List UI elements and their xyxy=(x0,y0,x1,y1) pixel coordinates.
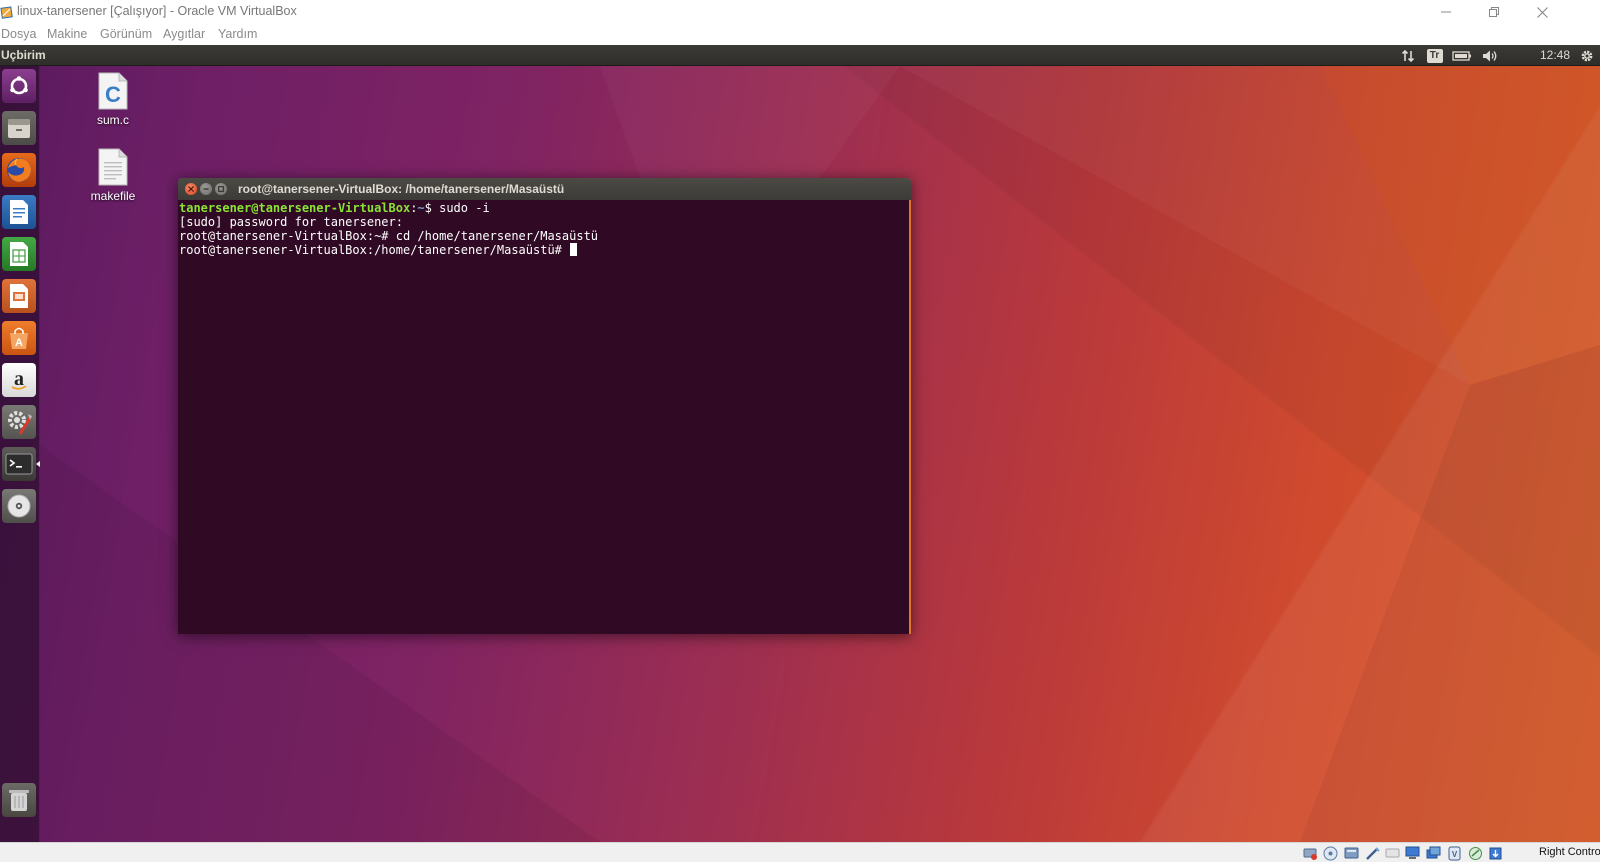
menu-makine[interactable]: Makine xyxy=(47,27,87,41)
terminal-title: root@tanersener-VirtualBox: /home/taners… xyxy=(238,182,565,196)
desktop-icon-sum-c[interactable]: C sum.c xyxy=(78,72,148,127)
menu-dosya[interactable]: Dosya xyxy=(1,27,36,41)
keyboard-layout-label: Tr xyxy=(1426,48,1443,63)
terminal-close-button[interactable] xyxy=(185,183,197,195)
current-prompt: root@tanersener-VirtualBox:/home/tanerse… xyxy=(179,243,570,257)
restore-icon xyxy=(1489,7,1499,17)
svg-text:C: C xyxy=(105,82,121,107)
ubuntu-dash-icon[interactable] xyxy=(2,69,36,103)
minimize-icon xyxy=(1441,11,1451,13)
prompt-user: tanersener@tanersener-VirtualBox xyxy=(179,201,411,215)
virtualbox-app-icon xyxy=(0,6,13,19)
prompt-path: ~ xyxy=(417,201,425,215)
c-source-file-icon: C xyxy=(98,72,128,110)
virtualbox-menubar: Dosya Makine Görünüm Aygıtlar Yardım xyxy=(0,26,1600,45)
svg-text:V: V xyxy=(1451,850,1457,859)
terminal-line: tanersener@tanersener-VirtualBox:~$ sudo… xyxy=(179,201,909,215)
libreoffice-writer-icon[interactable] xyxy=(2,195,36,229)
window-title: linux-tanersener [Çalışıyor] - Oracle VM… xyxy=(17,4,297,18)
terminal-cursor xyxy=(570,243,578,256)
active-app-title: Uçbirim xyxy=(1,48,46,62)
prompt-command: $ sudo -i xyxy=(424,201,490,215)
volume-icon[interactable] xyxy=(1481,47,1499,64)
virtualbox-titlebar: linux-tanersener [Çalışıyor] - Oracle VM… xyxy=(0,0,1600,24)
recording-icon[interactable] xyxy=(1467,845,1483,861)
usb-icon[interactable] xyxy=(1384,845,1400,861)
minimize-button[interactable] xyxy=(1423,0,1469,24)
maximize-icon xyxy=(218,186,224,192)
ubuntu-top-panel: Uçbirim Tr 12:48 xyxy=(0,45,1600,66)
firefox-icon[interactable] xyxy=(2,153,36,187)
terminal-line: [sudo] password for tanersener: xyxy=(179,215,403,229)
close-icon xyxy=(188,186,194,192)
terminal-minimize-button[interactable] xyxy=(200,183,212,195)
terminal-line: root@tanersener-VirtualBox:~# cd /home/t… xyxy=(179,229,599,243)
system-settings-icon[interactable] xyxy=(2,405,36,439)
desktop-icon-makefile[interactable]: makefile xyxy=(78,148,148,203)
svg-text:A: A xyxy=(15,337,23,349)
keyboard-layout-icon[interactable]: Tr xyxy=(1426,47,1443,64)
terminal-output[interactable]: tanersener@tanersener-VirtualBox:~$ sudo… xyxy=(178,200,911,634)
close-icon xyxy=(1536,6,1548,18)
gear-icon[interactable] xyxy=(1578,47,1595,64)
desktop-icon-label: makefile xyxy=(90,189,136,203)
desktop-icon-label: sum.c xyxy=(96,113,129,127)
trash-icon[interactable] xyxy=(2,783,36,817)
unity-launcher: A a xyxy=(0,66,40,842)
optical-drive-icon[interactable] xyxy=(1322,845,1338,861)
host-key-label: Right Control xyxy=(1539,846,1600,858)
cpu-icon[interactable] xyxy=(1487,845,1503,861)
restore-button[interactable] xyxy=(1471,0,1517,24)
menu-aygitlar[interactable]: Aygıtlar xyxy=(163,27,205,41)
virtualbox-statusbar: V Right Control xyxy=(0,842,1600,862)
files-icon[interactable] xyxy=(2,111,36,145)
network-updown-icon[interactable] xyxy=(1400,47,1416,64)
audio-icon[interactable] xyxy=(1343,845,1359,861)
network-icon[interactable] xyxy=(1364,845,1380,861)
amazon-icon[interactable]: a xyxy=(2,363,36,397)
terminal-window[interactable]: root@tanersener-VirtualBox: /home/taners… xyxy=(178,178,911,634)
libreoffice-calc-icon[interactable] xyxy=(2,237,36,271)
libreoffice-impress-icon[interactable] xyxy=(2,279,36,313)
terminal-maximize-button[interactable] xyxy=(215,183,227,195)
hard-disk-icon[interactable] xyxy=(1302,845,1318,861)
terminal-titlebar[interactable]: root@tanersener-VirtualBox: /home/taners… xyxy=(178,178,911,200)
shared-folders-icon[interactable] xyxy=(1404,845,1420,861)
battery-icon[interactable] xyxy=(1452,47,1472,64)
text-file-icon xyxy=(98,148,128,186)
display-icon[interactable] xyxy=(1425,845,1441,861)
svg-text:a: a xyxy=(14,368,24,390)
menu-yardim[interactable]: Yardım xyxy=(218,27,257,41)
minimize-icon xyxy=(203,188,209,190)
panel-clock[interactable]: 12:48 xyxy=(1540,48,1570,62)
video-capture-icon[interactable]: V xyxy=(1446,845,1462,861)
dvd-icon[interactable] xyxy=(2,489,36,523)
close-button[interactable] xyxy=(1519,0,1565,24)
software-center-icon[interactable]: A xyxy=(2,321,36,355)
menu-gorunum[interactable]: Görünüm xyxy=(100,27,152,41)
terminal-line: root@tanersener-VirtualBox:/home/tanerse… xyxy=(179,243,909,257)
terminal-icon[interactable] xyxy=(2,447,36,481)
guest-screen[interactable]: Uçbirim Tr 12:48 A a C sum.c makefile ro… xyxy=(0,45,1600,842)
